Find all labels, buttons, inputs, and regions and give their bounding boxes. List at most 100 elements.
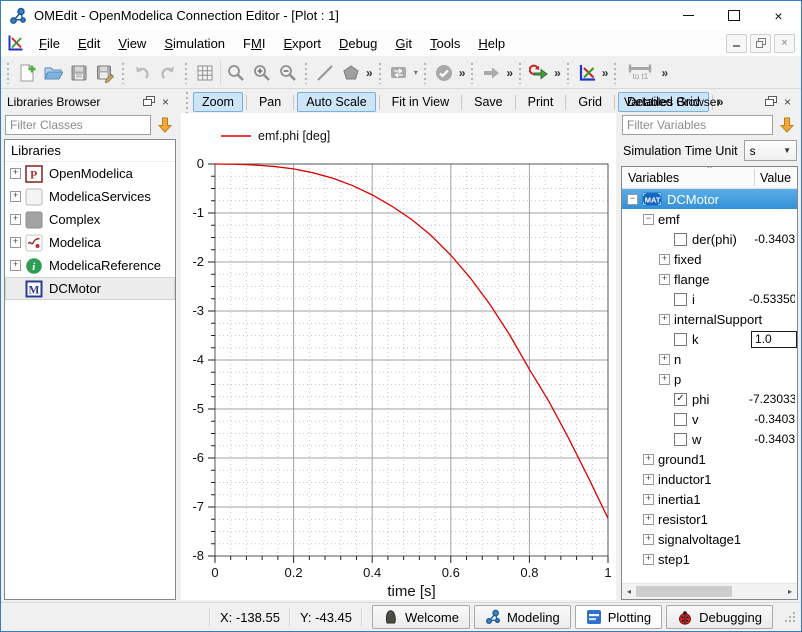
variable-value-input[interactable]: 1.0 (751, 331, 797, 348)
menu-item-help[interactable]: Help (469, 33, 514, 54)
menu-item-simulation[interactable]: Simulation (155, 33, 234, 54)
menu-item-git[interactable]: Git (386, 33, 421, 54)
plot-tool-grid[interactable]: Grid (569, 92, 611, 112)
expander-icon[interactable]: + (10, 237, 21, 248)
re-simulate-button[interactable] (526, 60, 552, 86)
plot-tool-auto-scale[interactable]: Auto Scale (297, 92, 375, 112)
variables-column-header[interactable]: Variables (628, 171, 679, 185)
close-panel-button[interactable]: × (779, 94, 796, 109)
window-close-button[interactable]: × (756, 1, 801, 30)
variable-row-der-phi-[interactable]: +der(phi)-0.3403 (622, 229, 797, 249)
filter-options-button[interactable] (155, 115, 175, 135)
perspective-plotting-button[interactable]: Plotting (575, 605, 662, 629)
expander-icon[interactable]: + (643, 534, 654, 545)
expander-icon[interactable]: + (659, 254, 670, 265)
toolbar-handle[interactable] (6, 62, 11, 84)
grid-button[interactable] (192, 60, 218, 86)
library-item-dcmotor[interactable]: +MDCMotor (5, 277, 175, 300)
variable-checkbox[interactable]: ✓ (674, 393, 687, 406)
mdi-restore-button[interactable] (750, 34, 771, 53)
menu-item-file[interactable]: File (30, 33, 69, 54)
mdi-close-button[interactable]: × (774, 34, 795, 53)
filter-variables-input[interactable] (622, 115, 773, 135)
variable-row-emf[interactable]: −emf (622, 209, 797, 229)
simulation-interval-button[interactable]: to t1 (621, 60, 659, 86)
toolbar-overflow-chevron[interactable]: » (552, 66, 563, 80)
resize-grip[interactable] (785, 612, 796, 623)
perspective-welcome-button[interactable]: Welcome (372, 605, 470, 629)
toolbar-handle[interactable] (184, 62, 189, 84)
variable-row-inertia1[interactable]: +inertia1 (622, 489, 797, 509)
window-minimize-button[interactable] (666, 1, 711, 30)
expander-icon[interactable]: + (643, 454, 654, 465)
time-unit-select[interactable]: s ▼ (744, 140, 797, 161)
simulate-button[interactable] (478, 60, 504, 86)
column-divider[interactable] (754, 169, 755, 186)
library-item-complex[interactable]: +Complex (5, 208, 175, 231)
new-model-button[interactable] (14, 60, 40, 86)
variable-row-ground1[interactable]: +ground1 (622, 449, 797, 469)
window-maximize-button[interactable] (711, 1, 756, 30)
expander-icon[interactable]: − (627, 194, 638, 205)
toolbar-overflow-chevron[interactable]: » (457, 66, 468, 80)
plot-tool-save[interactable]: Save (465, 92, 512, 112)
variable-row-signalvoltage1[interactable]: +signalvoltage1 (622, 529, 797, 549)
toolbar-overflow-chevron[interactable]: » (600, 66, 611, 80)
variable-checkbox[interactable] (674, 293, 687, 306)
perspective-modeling-button[interactable]: Modeling (474, 605, 571, 629)
redo-button[interactable] (155, 60, 181, 86)
library-item-modelica[interactable]: +Modelica (5, 231, 175, 254)
toolbar-overflow-chevron[interactable]: » (659, 66, 670, 80)
expander-icon[interactable]: + (10, 260, 21, 271)
variable-row-step1[interactable]: +step1 (622, 549, 797, 569)
toolbar-handle[interactable] (304, 62, 309, 84)
expander-icon[interactable]: + (643, 474, 654, 485)
value-column-header[interactable]: Value (760, 171, 791, 185)
line-shape-button[interactable] (312, 60, 338, 86)
toolbar-handle[interactable] (518, 62, 523, 84)
toolbar-handle[interactable] (121, 62, 126, 84)
close-panel-button[interactable]: × (157, 94, 174, 109)
float-panel-button[interactable] (762, 94, 779, 109)
toolbar-handle[interactable] (566, 62, 571, 84)
plot-tool-fit-in-view[interactable]: Fit in View (383, 92, 458, 112)
open-model-button[interactable] (40, 60, 66, 86)
filter-options-button[interactable] (777, 115, 797, 135)
expander-icon[interactable]: + (10, 214, 21, 225)
toolbar-overflow-chevron[interactable]: » (364, 66, 375, 80)
library-item-openmodelica[interactable]: +POpenModelica (5, 162, 175, 185)
expander-icon[interactable]: + (659, 274, 670, 285)
variable-checkbox[interactable] (674, 333, 687, 346)
toolbar-overflow-chevron[interactable]: » (504, 66, 515, 80)
scrollbar-thumb[interactable] (636, 586, 732, 597)
expander-icon[interactable]: − (643, 214, 654, 225)
variable-checkbox[interactable] (674, 413, 687, 426)
menu-item-debug[interactable]: Debug (330, 33, 386, 54)
library-item-modelicaservices[interactable]: +ModelicaServices (5, 185, 175, 208)
plot-canvas[interactable]: 00.20.40.60.810-1-2-3-4-5-6-7-8time [s]e… (181, 113, 619, 602)
variable-row-fixed[interactable]: +fixed (622, 249, 797, 269)
expander-icon[interactable]: + (643, 514, 654, 525)
transition-dropdown-caret[interactable]: ▾ (412, 68, 420, 77)
save-as-button[interactable] (92, 60, 118, 86)
check-model-button[interactable] (431, 60, 457, 86)
mdi-minimize-button[interactable] (726, 34, 747, 53)
variable-row-v[interactable]: +v-0.3403 (622, 409, 797, 429)
toolbar-handle[interactable] (613, 62, 618, 84)
scroll-left-icon[interactable]: ◂ (622, 587, 636, 596)
expander-icon[interactable]: + (643, 494, 654, 505)
scroll-right-icon[interactable]: ▸ (783, 587, 797, 596)
variable-row-n[interactable]: +n (622, 349, 797, 369)
variable-row-resistor1[interactable]: +resistor1 (622, 509, 797, 529)
plot-area[interactable]: 00.20.40.60.810-1-2-3-4-5-6-7-8time [s]e… (181, 113, 616, 600)
toolbar-handle[interactable] (423, 62, 428, 84)
library-item-modelicareference[interactable]: +iModelicaReference (5, 254, 175, 277)
toolbar-handle[interactable] (470, 62, 475, 84)
expander-icon[interactable]: + (659, 354, 670, 365)
menu-item-edit[interactable]: Edit (69, 33, 109, 54)
plot-tool-zoom[interactable]: Zoom (193, 92, 243, 112)
expander-icon[interactable]: + (10, 191, 21, 202)
menu-item-export[interactable]: Export (274, 33, 330, 54)
save-button[interactable] (66, 60, 92, 86)
plot-tool-print[interactable]: Print (519, 92, 563, 112)
